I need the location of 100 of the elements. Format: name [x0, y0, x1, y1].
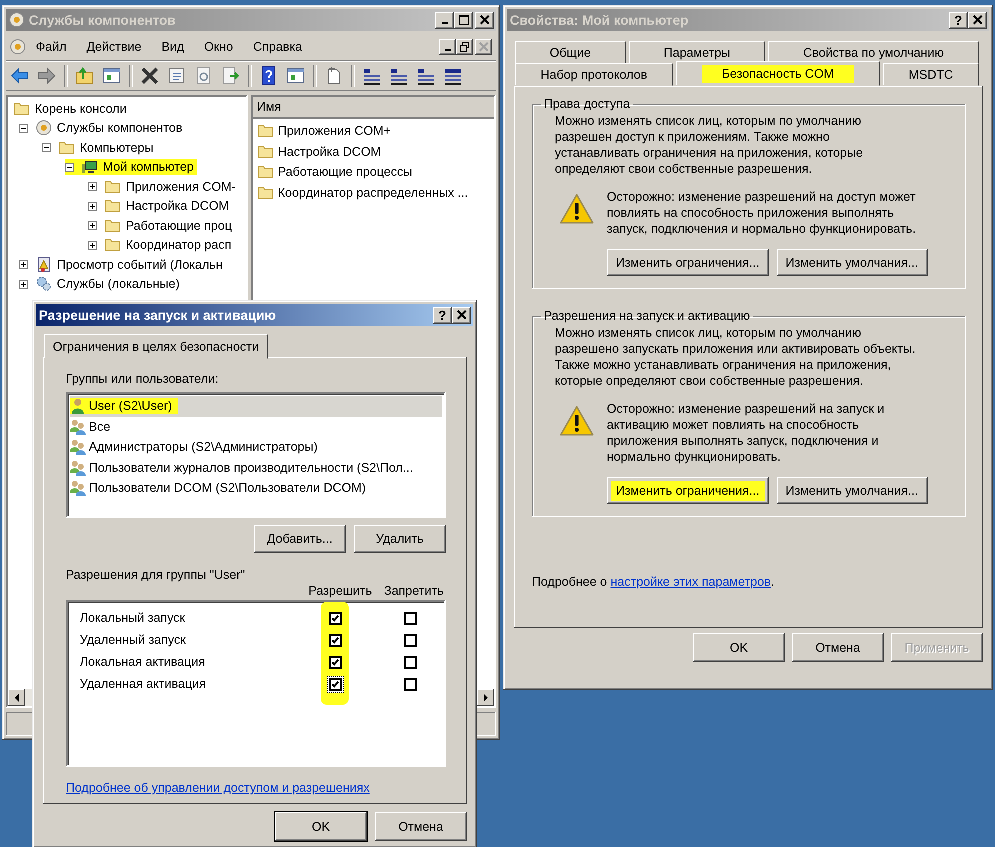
- checkbox[interactable]: [404, 634, 416, 646]
- properties-icon[interactable]: [167, 66, 187, 86]
- tree-item[interactable]: Настройка DCOM: [126, 199, 230, 214]
- forward-arrow-icon[interactable]: [37, 66, 57, 86]
- help-button[interactable]: ?: [949, 12, 968, 28]
- tree-item[interactable]: Работающие проц: [126, 218, 232, 233]
- pane-icon[interactable]: [102, 66, 122, 86]
- permissions-label: Разрешения для группы "User": [66, 568, 246, 582]
- view-icon[interactable]: [416, 66, 436, 86]
- checkbox[interactable]: [328, 656, 342, 668]
- expand-toggle[interactable]: [88, 221, 97, 230]
- menu-item[interactable]: Файл: [36, 40, 67, 54]
- restore-button[interactable]: [456, 38, 473, 54]
- action-button[interactable]: Изменить умолчания...: [776, 249, 928, 276]
- close-button[interactable]: [452, 306, 471, 324]
- right-arrow-icon: [482, 694, 490, 702]
- user-item[interactable]: User (S2\User): [70, 396, 442, 416]
- checkbox[interactable]: [328, 612, 342, 624]
- close-icon: [972, 15, 982, 25]
- dialog-button[interactable]: Отмена: [375, 812, 467, 841]
- close-button[interactable]: [475, 12, 494, 28]
- action-button[interactable]: Изменить умолчания...: [776, 477, 928, 504]
- tree-item[interactable]: Компьютеры: [80, 140, 154, 155]
- list-item[interactable]: Приложения COM+: [278, 124, 392, 138]
- permission-label: Удаленный запуск: [79, 632, 187, 649]
- checkbox[interactable]: [404, 612, 416, 624]
- close-button[interactable]: [475, 38, 492, 54]
- description-text: Можно изменять список лиц, которым по умолчанию разрешено запускать приложения или активировать объекты. Также можно устанавливать ограничения на приложения, которые определяют свои собственные разрешения.: [555, 325, 917, 389]
- view-icon[interactable]: [443, 66, 463, 86]
- list-action-button[interactable]: Добавить...: [254, 525, 346, 553]
- dialog-button[interactable]: OK: [693, 633, 785, 662]
- minimize-button[interactable]: [439, 38, 456, 54]
- tab[interactable]: Ограничения в целях безопасности: [44, 334, 268, 359]
- folder-icon: [105, 237, 121, 254]
- close-icon: [478, 42, 488, 52]
- dialog-button[interactable]: Отмена: [792, 633, 884, 662]
- expand-toggle[interactable]: [19, 280, 28, 289]
- list-action-button[interactable]: Удалить: [354, 525, 446, 553]
- tab[interactable]: Свойства по умолчанию: [768, 41, 980, 64]
- tab[interactable]: Общие: [515, 41, 626, 64]
- column-header[interactable]: Имя: [253, 97, 494, 119]
- minimize-button[interactable]: [435, 12, 454, 28]
- expand-toggle[interactable]: [19, 260, 28, 270]
- group-icon: [70, 480, 86, 496]
- folder-icon: [14, 100, 30, 117]
- list-item[interactable]: Работающие процессы: [278, 165, 412, 180]
- checkbox[interactable]: [328, 634, 342, 646]
- user-item[interactable]: Пользователи журналов производительности (S2\Пол...: [70, 458, 442, 478]
- group-icon: [70, 460, 86, 476]
- tree-item[interactable]: Службы (локальные): [57, 277, 180, 292]
- gear-icon: [10, 38, 26, 54]
- menu-item[interactable]: Действие: [86, 40, 142, 54]
- dialog-button[interactable]: OK: [275, 812, 367, 841]
- maximize-button[interactable]: [454, 12, 473, 28]
- close-button[interactable]: [968, 12, 987, 28]
- user-item[interactable]: Пользователи DCOM (S2\Пользователи DCOM): [70, 478, 442, 498]
- checkbox[interactable]: [404, 678, 416, 690]
- tree-item[interactable]: Службы компонентов: [57, 121, 183, 136]
- expand-toggle[interactable]: [88, 202, 97, 211]
- column-header: Разрешить: [308, 584, 372, 598]
- tree-item[interactable]: Координатор расп: [126, 238, 232, 252]
- list-item[interactable]: Координатор распределенных ...: [278, 186, 468, 200]
- help-link[interactable]: Подробнее об управлении доступом и разрешениях: [66, 781, 370, 795]
- action-button[interactable]: Изменить ограничения...: [607, 249, 769, 276]
- tab[interactable]: Параметры: [628, 41, 766, 64]
- column-header: Запретить: [384, 584, 444, 598]
- user-item[interactable]: Все: [70, 416, 442, 437]
- user-item[interactable]: Администраторы (S2\Администраторы): [70, 437, 442, 458]
- scroll-left-button[interactable]: [8, 689, 25, 706]
- tree-item[interactable]: Корень консоли: [35, 102, 127, 116]
- tab[interactable]: MSDTC: [883, 63, 979, 86]
- warning-text: Осторожно: изменение разрешений на доступ может повлиять на способность приложения выполнять запуск, подключения и нормально функционировать.: [607, 189, 918, 237]
- folder-icon: [59, 140, 75, 156]
- pane-icon[interactable]: [286, 66, 306, 86]
- tab[interactable]: Безопасность COM: [676, 61, 880, 86]
- warning-icon: [559, 193, 595, 225]
- expand-toggle[interactable]: [42, 143, 51, 152]
- export-icon[interactable]: [221, 66, 241, 86]
- list-item[interactable]: Настройка DCOM: [278, 144, 382, 159]
- action-button[interactable]: Изменить ограничения...: [607, 477, 769, 504]
- back-arrow-icon[interactable]: [10, 66, 30, 86]
- tree-item[interactable]: Просмотр событий (Локальн: [57, 258, 223, 272]
- settings-link[interactable]: настройке этих параметров: [610, 575, 772, 589]
- close-icon: [480, 15, 490, 25]
- menu-item[interactable]: Вид: [162, 40, 184, 54]
- help-button[interactable]: ?: [433, 306, 452, 324]
- view-icon[interactable]: [389, 66, 409, 86]
- view-icon[interactable]: [362, 66, 382, 86]
- expand-toggle[interactable]: [88, 182, 97, 192]
- menu-item[interactable]: Окно: [204, 40, 234, 54]
- expand-toggle[interactable]: [88, 240, 97, 250]
- tab[interactable]: Набор протоколов: [515, 63, 674, 86]
- delete-icon[interactable]: [140, 66, 160, 86]
- checkbox[interactable]: [404, 656, 416, 668]
- tree-item[interactable]: Приложения COM-: [126, 180, 236, 194]
- scroll-right-button[interactable]: [477, 689, 494, 706]
- expand-toggle[interactable]: [65, 162, 74, 172]
- menu-item[interactable]: Справка: [253, 40, 302, 54]
- users-label: Группы или пользователи:: [66, 372, 220, 386]
- expand-toggle[interactable]: [19, 124, 28, 133]
